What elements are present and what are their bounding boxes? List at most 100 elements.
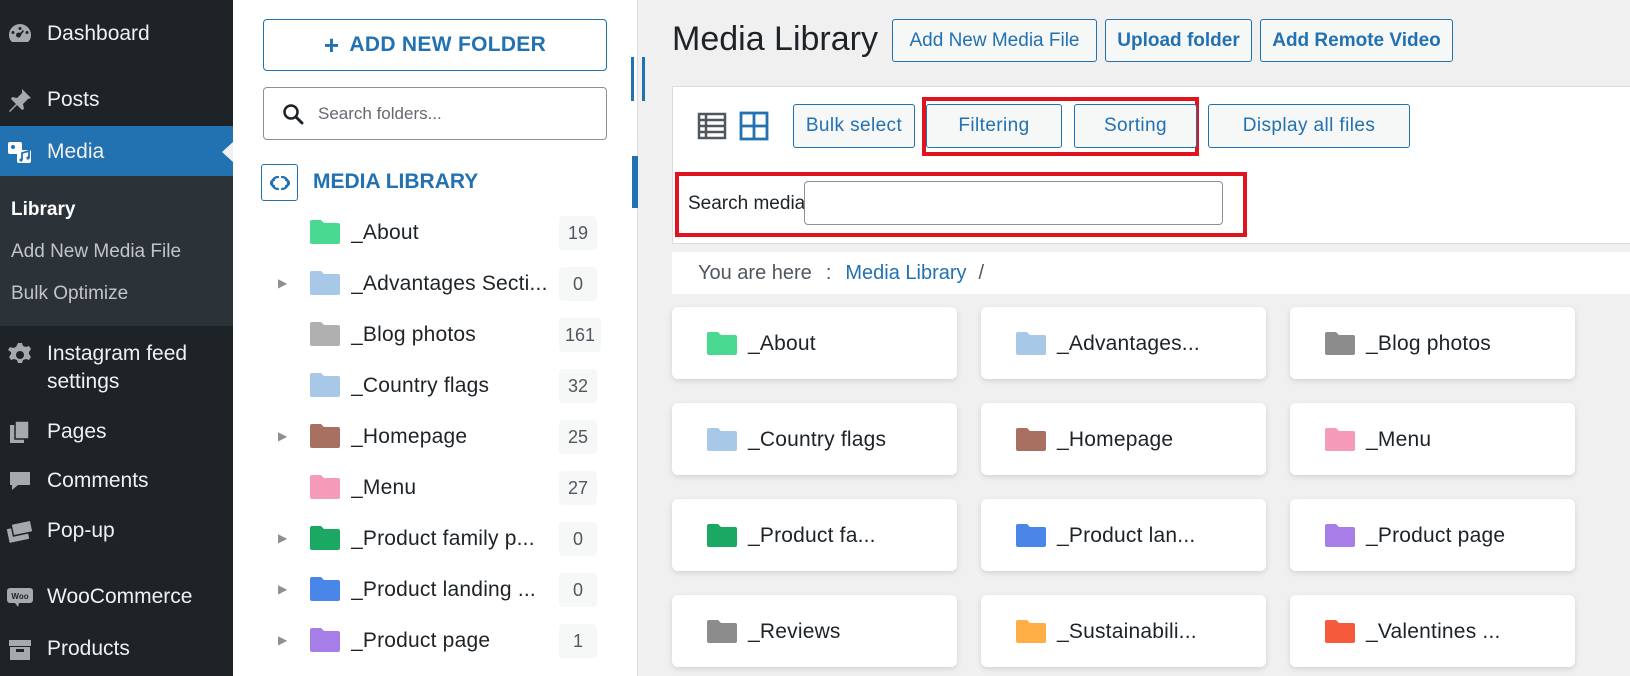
folder-count-badge: 0: [559, 267, 597, 301]
folder-tree-item[interactable]: _About 19: [233, 209, 638, 257]
sorting-button[interactable]: Sorting: [1074, 104, 1197, 148]
folder-card[interactable]: _About: [672, 307, 957, 379]
folder-card[interactable]: _Valentines ...: [1290, 595, 1575, 667]
folder-icon: [310, 628, 340, 652]
menu-item-pop-up[interactable]: Pop-up: [0, 511, 233, 551]
menu-label: Comments: [47, 469, 149, 492]
folder-search-box: [263, 87, 607, 140]
menu-label: Posts: [47, 88, 100, 111]
folder-card-name: _Product page: [1366, 524, 1506, 547]
folder-card-name: _Homepage: [1057, 428, 1174, 451]
breadcrumb-slash: /: [978, 261, 985, 284]
folder-count-badge: 1: [559, 624, 597, 658]
folder-tree-item[interactable]: ▶ _Product page 1: [233, 617, 638, 665]
comment-icon: [6, 467, 34, 495]
folder-card-name: _Advantages...: [1057, 332, 1200, 355]
menu-item-instagram-feed-settings[interactable]: Instagram feed settings: [0, 337, 233, 397]
menu-item-products[interactable]: Products: [0, 629, 233, 669]
folder-tree-item[interactable]: _Blog photos 161: [233, 311, 638, 359]
menu-item-pages[interactable]: Pages: [0, 412, 233, 452]
search-folders-input[interactable]: [318, 103, 578, 124]
submenu-item-library[interactable]: Library: [11, 199, 75, 221]
folder-card[interactable]: _Sustainabili...: [981, 595, 1266, 667]
expand-caret-icon[interactable]: ▶: [278, 276, 287, 290]
add-remote-video-button[interactable]: Add Remote Video: [1260, 19, 1453, 62]
breadcrumb-link-media-library[interactable]: Media Library: [845, 262, 966, 285]
folder-card[interactable]: _Product page: [1290, 499, 1575, 571]
folder-card-name: _Reviews: [748, 620, 841, 643]
folder-card[interactable]: _Homepage: [981, 403, 1266, 475]
folder-count-badge: 27: [559, 471, 597, 505]
folder-icon: [1325, 524, 1355, 547]
media-library-root-folder[interactable]: MEDIA LIBRARY: [233, 156, 638, 208]
menu-item-dashboard[interactable]: Dashboard: [0, 14, 233, 54]
folder-icon: [310, 424, 340, 448]
folder-tree-item[interactable]: ▶ _Product family p... 0: [233, 515, 638, 563]
folder-count-badge: 0: [559, 573, 597, 607]
menu-item-media[interactable]: Media: [0, 126, 233, 177]
menu-label: Products: [47, 637, 130, 660]
submenu-item-add-new-media-file[interactable]: Add New Media File: [11, 241, 181, 263]
folder-name: _Menu: [351, 476, 417, 499]
folder-icon: [310, 526, 340, 550]
folder-name: _Product page: [351, 629, 491, 652]
search-media-input[interactable]: [804, 181, 1223, 225]
expand-caret-icon[interactable]: ▶: [278, 582, 287, 596]
list-view-icon[interactable]: [697, 111, 727, 141]
add-new-folder-button[interactable]: + ADD NEW FOLDER: [263, 19, 607, 71]
expand-caret-icon[interactable]: ▶: [278, 531, 287, 545]
folder-tree-item[interactable]: _Country flags 32: [233, 362, 638, 410]
grid-view-icon[interactable]: [739, 111, 769, 141]
display-all-files-button[interactable]: Display all files: [1208, 104, 1410, 148]
menu-item-posts[interactable]: Posts: [0, 80, 233, 120]
products-icon: [6, 635, 34, 663]
folder-icon: [1325, 332, 1355, 355]
pages-icon: [6, 418, 34, 446]
menu-label: Pages: [47, 420, 107, 443]
expand-caret-icon[interactable]: ▶: [278, 633, 287, 647]
media-toolbar: Bulk select Filtering Sorting Display al…: [672, 86, 1630, 244]
folder-icon: [707, 332, 737, 355]
filtering-button[interactable]: Filtering: [926, 104, 1062, 148]
bulk-select-button[interactable]: Bulk select: [793, 104, 915, 148]
folder-card[interactable]: _Product lan...: [981, 499, 1266, 571]
add-new-media-file-button[interactable]: Add New Media File: [892, 19, 1097, 62]
folder-name: _About: [351, 221, 419, 244]
woocommerce-icon: Woo: [6, 583, 34, 611]
folder-icon: [707, 620, 737, 643]
folder-icon: [707, 428, 737, 451]
folder-card[interactable]: _Advantages...: [981, 307, 1266, 379]
folder-card[interactable]: _Blog photos: [1290, 307, 1575, 379]
page-title: Media Library: [672, 20, 878, 58]
folder-count-badge: 0: [559, 522, 597, 556]
panel-resize-handle[interactable]: [631, 57, 645, 101]
folder-card-name: _Menu: [1366, 428, 1432, 451]
folder-tree-item[interactable]: ▶ _Product landing ... 0: [233, 566, 638, 614]
folder-card[interactable]: _Product fa...: [672, 499, 957, 571]
folder-tree-item[interactable]: ▶ _Homepage 25: [233, 413, 638, 461]
admin-sidebar: Dashboard Posts Media Library Add New Me…: [0, 0, 233, 676]
folder-icon: [310, 577, 340, 601]
folder-tree-item[interactable]: ▶ _Advantages Secti... 0: [233, 260, 638, 308]
folder-icon: [310, 475, 340, 499]
submenu-item-bulk-optimize[interactable]: Bulk Optimize: [11, 283, 128, 305]
menu-item-comments[interactable]: Comments: [0, 461, 233, 501]
add-new-folder-label: ADD NEW FOLDER: [349, 33, 547, 56]
folder-card-name: _Valentines ...: [1366, 620, 1501, 643]
folder-card[interactable]: _Reviews: [672, 595, 957, 667]
active-indicator: [632, 156, 638, 208]
folder-card[interactable]: _Menu: [1290, 403, 1575, 475]
plus-icon: +: [323, 30, 340, 60]
folder-card[interactable]: _Country flags: [672, 403, 957, 475]
folder-icon: [1016, 524, 1046, 547]
folder-name: _Blog photos: [351, 323, 476, 346]
search-media-label: Search media: [688, 193, 806, 214]
expand-caret-icon[interactable]: ▶: [278, 429, 287, 443]
menu-label: Instagram feed settings: [47, 340, 187, 396]
menu-label: WooCommerce: [47, 585, 193, 608]
folder-icon: [310, 322, 340, 346]
svg-text:Woo: Woo: [11, 592, 28, 601]
upload-folder-button[interactable]: Upload folder: [1105, 19, 1252, 62]
menu-item-woocommerce[interactable]: Woo WooCommerce: [0, 577, 233, 617]
folder-tree-item[interactable]: _Menu 27: [233, 464, 638, 512]
